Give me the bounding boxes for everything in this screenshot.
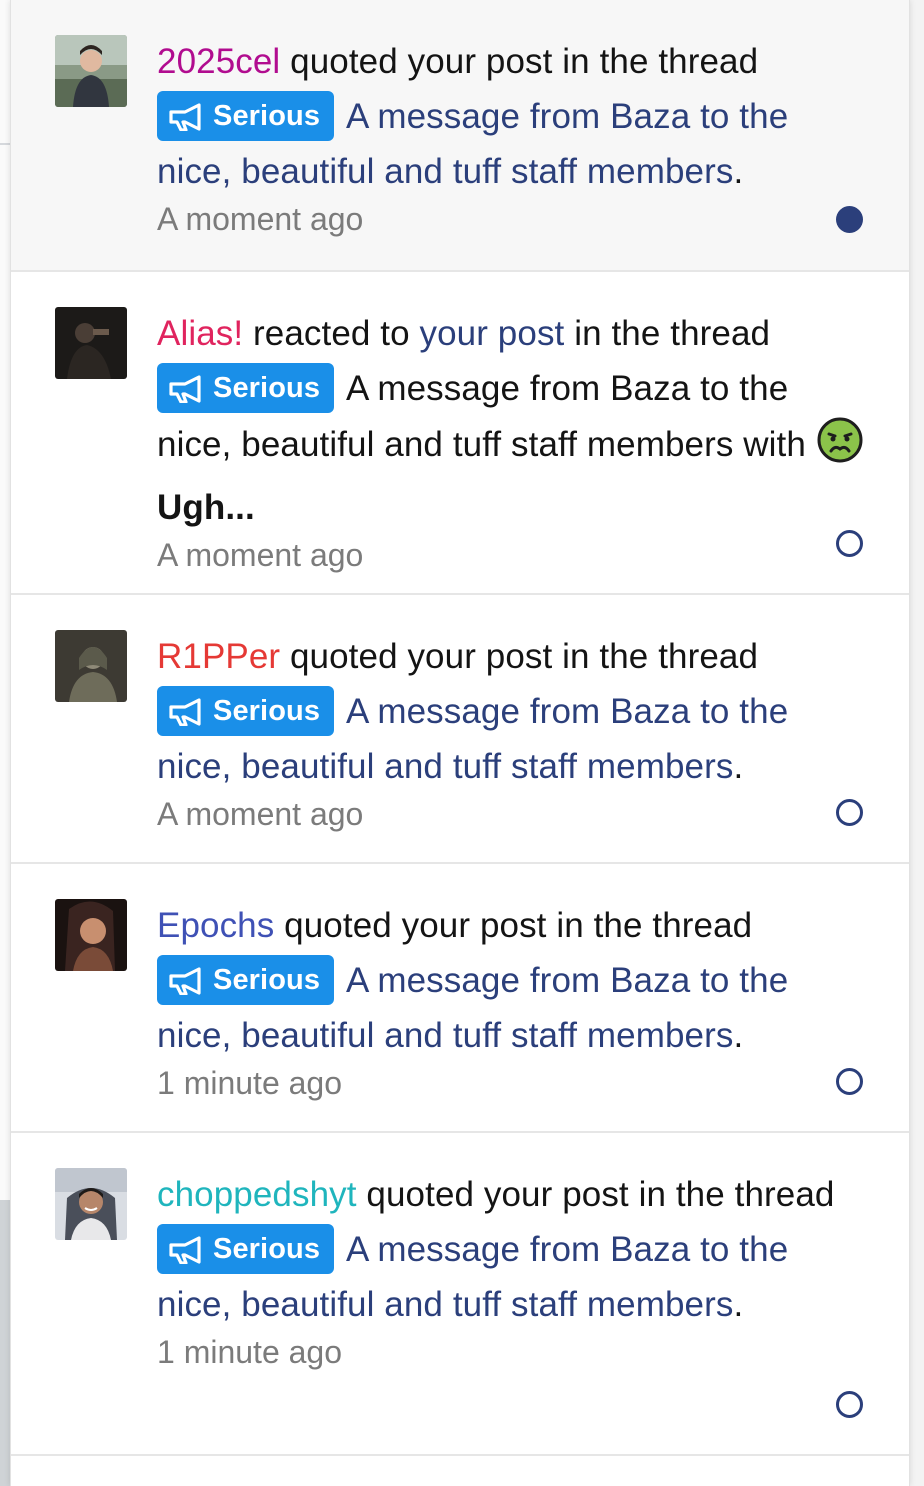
- reaction-name: Ugh...: [157, 488, 255, 527]
- badge-label: Serious: [213, 372, 321, 404]
- thread-prefix-badge[interactable]: Serious: [157, 686, 335, 736]
- post-link[interactable]: your post: [420, 314, 565, 353]
- notifications-panel: 2025cel quoted your post in the thread S…: [10, 0, 910, 1486]
- megaphone-icon: [169, 698, 201, 727]
- notification-item[interactable]: choppedshyt quoted your post in the thre…: [11, 1133, 909, 1456]
- avatar-image: [55, 630, 127, 702]
- thread-prefix-badge[interactable]: Serious: [157, 363, 335, 413]
- notification-item[interactable]: Alias! reacted to your post in the threa…: [11, 272, 909, 595]
- notification-item[interactable]: [11, 1456, 909, 1486]
- sentence-period: .: [733, 152, 744, 191]
- notification-item[interactable]: R1PPer quoted your post in the thread Se…: [11, 595, 909, 864]
- timestamp: 1 minute ago: [157, 1065, 343, 1101]
- badge-label: Serious: [213, 1233, 321, 1265]
- avatar-image: [55, 35, 127, 107]
- timestamp: A moment ago: [157, 796, 364, 832]
- sentence-period: .: [733, 1285, 744, 1324]
- notification-text: R1PPer quoted your post in the thread Se…: [157, 629, 869, 794]
- badge-label: Serious: [213, 964, 321, 996]
- backdrop-thumbnail: [0, 1200, 10, 1486]
- badge-label: Serious: [213, 100, 321, 132]
- username-link[interactable]: Epochs: [157, 906, 274, 945]
- action-text-suffix: in the thread: [574, 314, 771, 353]
- username-link[interactable]: R1PPer: [157, 637, 280, 676]
- notification-text: Alias! reacted to your post in the threa…: [157, 306, 869, 535]
- timestamp: 1 minute ago: [157, 1334, 343, 1370]
- backdrop-divider: [0, 143, 10, 145]
- megaphone-icon: [169, 1236, 201, 1265]
- notification-item[interactable]: Epochs quoted your post in the thread Se…: [11, 864, 909, 1133]
- timestamp: A moment ago: [157, 201, 364, 237]
- notification-text: Epochs quoted your post in the thread Se…: [157, 898, 869, 1063]
- mark-read-toggle[interactable]: [836, 206, 863, 233]
- username-link[interactable]: choppedshyt: [157, 1175, 357, 1214]
- thread-prefix-badge[interactable]: Serious: [157, 955, 335, 1005]
- mark-read-toggle[interactable]: [836, 1391, 863, 1418]
- user-avatar[interactable]: [55, 307, 127, 379]
- mark-read-toggle[interactable]: [836, 1068, 863, 1095]
- thread-prefix-badge[interactable]: Serious: [157, 1224, 335, 1274]
- sentence-period: .: [733, 747, 744, 786]
- user-avatar[interactable]: [55, 899, 127, 971]
- action-text: quoted your post in the thread: [366, 1175, 835, 1214]
- username-link[interactable]: Alias!: [157, 314, 243, 353]
- action-text: quoted your post in the thread: [289, 637, 759, 676]
- user-avatar[interactable]: [55, 1168, 127, 1240]
- mark-read-toggle[interactable]: [836, 530, 863, 557]
- megaphone-icon: [169, 967, 201, 996]
- badge-label: Serious: [213, 695, 321, 727]
- mark-read-toggle[interactable]: [836, 799, 863, 826]
- notification-text: choppedshyt quoted your post in the thre…: [157, 1167, 869, 1332]
- user-avatar[interactable]: [55, 630, 127, 702]
- avatar-image: [55, 899, 127, 971]
- timestamp: A moment ago: [157, 537, 364, 573]
- avatar-image: [55, 307, 127, 379]
- action-text: quoted your post in the thread: [290, 42, 759, 81]
- user-avatar[interactable]: [55, 35, 127, 107]
- nauseated-face-icon: [816, 416, 864, 480]
- notification-item[interactable]: 2025cel quoted your post in the thread S…: [11, 0, 909, 272]
- thread-prefix-badge[interactable]: Serious: [157, 91, 335, 141]
- action-text: reacted to: [253, 314, 410, 353]
- username-link[interactable]: 2025cel: [157, 42, 280, 81]
- notification-text: 2025cel quoted your post in the thread S…: [157, 34, 869, 199]
- action-text: quoted your post in the thread: [284, 906, 753, 945]
- sentence-period: .: [733, 1016, 744, 1055]
- megaphone-icon: [169, 103, 201, 132]
- with-label: with: [743, 425, 806, 464]
- avatar-image: [55, 1168, 127, 1240]
- megaphone-icon: [169, 375, 201, 404]
- scroll-gutter: [910, 0, 924, 1486]
